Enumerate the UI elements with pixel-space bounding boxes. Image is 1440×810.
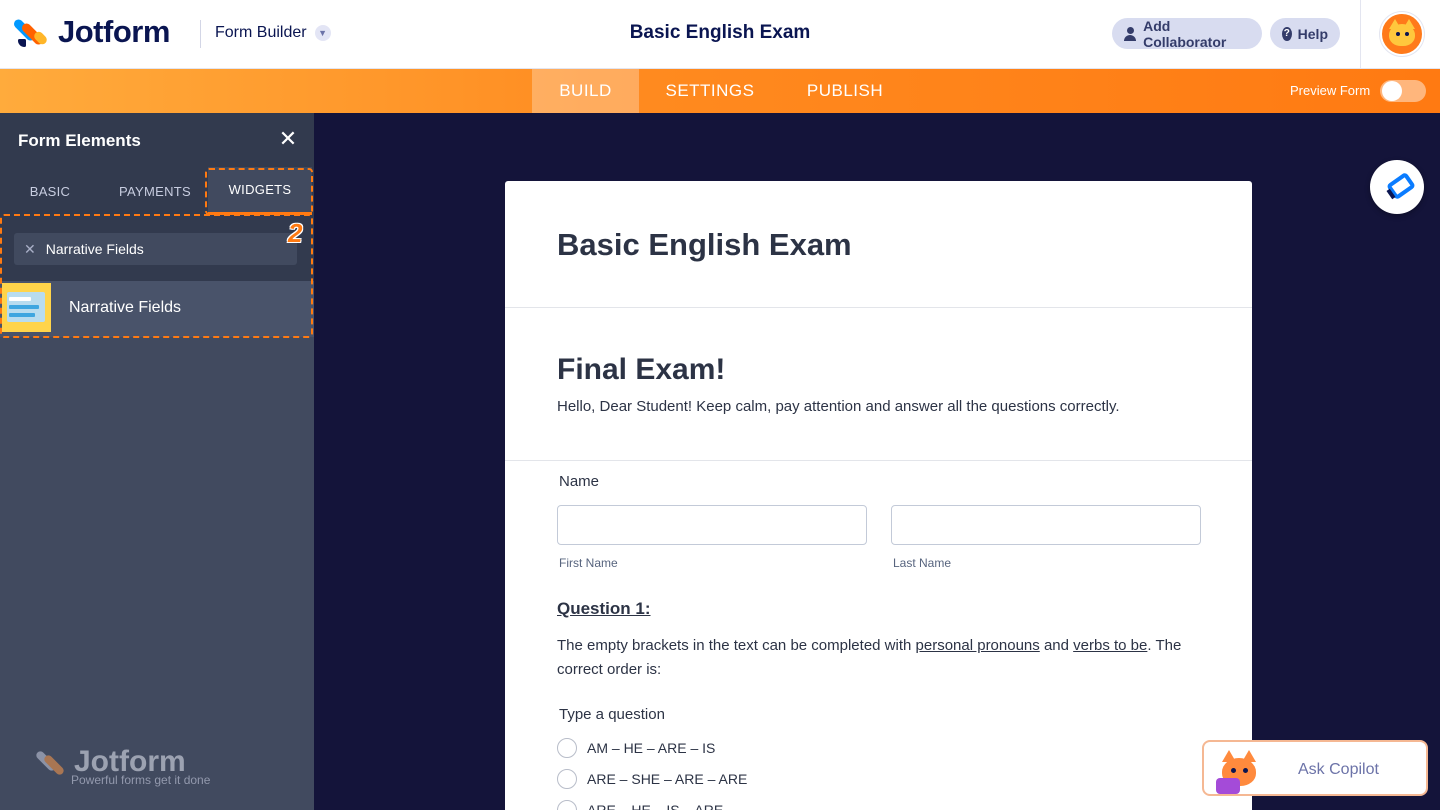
first-name-input[interactable] bbox=[557, 505, 867, 545]
jotform-logo[interactable]: Jotform bbox=[12, 14, 170, 50]
form-heading[interactable]: Basic English Exam bbox=[557, 227, 852, 263]
header-divider bbox=[200, 20, 201, 48]
preview-form-toggle[interactable] bbox=[1380, 80, 1426, 102]
name-field-label: Name bbox=[559, 473, 600, 490]
tab-basic[interactable]: BASIC bbox=[0, 167, 100, 215]
widgets-tab-highlight bbox=[205, 168, 313, 215]
tab-build[interactable]: BUILD bbox=[532, 69, 639, 113]
header-divider-right bbox=[1360, 0, 1361, 68]
add-collaborator-button[interactable]: Add Collaborator bbox=[1112, 17, 1262, 50]
jotform-footer-icon bbox=[34, 747, 68, 777]
radio-option[interactable]: AM – HE – ARE – IS bbox=[557, 738, 715, 758]
tab-publish[interactable]: PUBLISH bbox=[795, 69, 895, 113]
question-1-title: Question 1: bbox=[557, 599, 651, 618]
panel-header: Form Elements ✕ bbox=[0, 113, 314, 167]
first-name-sublabel: First Name bbox=[559, 556, 618, 570]
section-subheading: Hello, Dear Student! Keep calm, pay atte… bbox=[557, 398, 1120, 415]
radio-button[interactable] bbox=[557, 769, 577, 789]
footer-tagline: Powerful forms get it done bbox=[71, 773, 211, 787]
panel-title: Form Elements bbox=[18, 131, 141, 150]
radio-option[interactable]: ARE – HE – IS – ARE bbox=[557, 800, 723, 810]
radio-button[interactable] bbox=[557, 800, 577, 810]
form-builder-label: Form Builder bbox=[215, 24, 307, 41]
form-canvas: Basic English Exam Final Exam! Hello, De… bbox=[505, 181, 1252, 810]
builder-tab-bar: BUILD SETTINGS PUBLISH Preview Form bbox=[0, 69, 1440, 113]
option-label: ARE – SHE – ARE – ARE bbox=[587, 771, 748, 787]
paint-roller-icon bbox=[1385, 175, 1409, 199]
question-1-text: The empty brackets in the text can be co… bbox=[557, 637, 1182, 678]
section-heading[interactable]: Final Exam! bbox=[557, 353, 725, 387]
app-header: Jotform Form Builder ▼ Basic English Exa… bbox=[0, 0, 1440, 69]
close-icon[interactable]: ✕ bbox=[276, 127, 300, 151]
last-name-sublabel: Last Name bbox=[893, 556, 952, 570]
step-badge: 2 bbox=[288, 218, 303, 248]
copilot-cat-icon bbox=[1214, 748, 1262, 794]
help-label: Help bbox=[1297, 25, 1328, 42]
user-avatar[interactable] bbox=[1380, 12, 1424, 56]
ask-copilot-label: Ask Copilot bbox=[1298, 761, 1379, 778]
question-label: Type a question bbox=[559, 706, 665, 723]
last-name-input[interactable] bbox=[891, 505, 1201, 545]
option-label: ARE – HE – IS – ARE bbox=[587, 802, 724, 810]
help-button[interactable]: ? Help bbox=[1270, 18, 1340, 49]
preview-form-label: Preview Form bbox=[1290, 83, 1371, 98]
option-label: AM – HE – ARE – IS bbox=[587, 740, 716, 756]
chevron-down-icon: ▼ bbox=[314, 25, 331, 41]
toggle-knob bbox=[1382, 81, 1402, 101]
search-result-highlight bbox=[0, 214, 313, 338]
radio-option[interactable]: ARE – SHE – ARE – ARE bbox=[557, 769, 747, 789]
divider bbox=[505, 460, 1252, 461]
help-icon: ? bbox=[1282, 26, 1292, 41]
brand-name: Jotform bbox=[58, 14, 170, 49]
personal-pronouns-link[interactable]: personal pronouns bbox=[916, 637, 1040, 654]
divider bbox=[505, 307, 1252, 308]
add-collaborator-label: Add Collaborator bbox=[1143, 17, 1227, 50]
form-builder-dropdown[interactable]: Form Builder ▼ bbox=[215, 24, 331, 42]
verbs-to-be-link[interactable]: verbs to be bbox=[1073, 637, 1147, 654]
radio-button[interactable] bbox=[557, 738, 577, 758]
form-designer-button[interactable] bbox=[1370, 160, 1424, 214]
tab-payments[interactable]: PAYMENTS bbox=[104, 167, 206, 215]
tab-settings[interactable]: SETTINGS bbox=[653, 69, 767, 113]
add-user-icon bbox=[1124, 26, 1137, 41]
jotform-logo-icon bbox=[12, 15, 49, 49]
ask-copilot-button[interactable]: Ask Copilot bbox=[1202, 740, 1428, 796]
